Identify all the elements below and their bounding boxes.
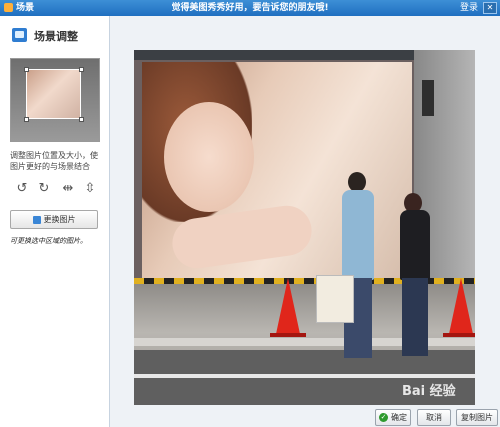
title-bar: 场景 觉得美图秀秀好用，要告诉您的朋友哦! 登录 ✕ xyxy=(0,0,500,16)
sidebar: 场景调整 调整图片位置及大小，使图片更好的与场景结合 ↺ ↻ ⇹ ⇳ 更换图片 … xyxy=(0,16,110,427)
resize-handle[interactable] xyxy=(79,67,84,72)
swap-image-button[interactable]: 更换图片 xyxy=(10,210,98,229)
man-figure xyxy=(342,190,374,280)
scene-canvas[interactable]: Bai 经验 xyxy=(134,50,475,405)
swap-image-label: 更换图片 xyxy=(43,215,76,224)
ok-label: 确定 xyxy=(391,413,407,422)
rotate-left-icon[interactable]: ↺ xyxy=(14,181,30,197)
building-window xyxy=(422,80,434,116)
close-icon[interactable]: ✕ xyxy=(483,2,497,14)
man-figure xyxy=(348,172,366,192)
woman-figure xyxy=(402,278,428,356)
check-icon: ✓ xyxy=(379,413,388,422)
login-link[interactable]: 登录 xyxy=(460,0,478,16)
adjust-hint: 调整图片位置及大小，使图片更好的与场景结合 xyxy=(10,151,98,171)
cancel-button[interactable]: 取消 xyxy=(417,409,451,426)
traffic-cone xyxy=(276,278,300,334)
traffic-cone xyxy=(449,278,473,334)
cone-base xyxy=(443,333,475,337)
ok-button[interactable]: ✓ 确定 xyxy=(375,409,411,426)
copy-image-button[interactable]: 复制图片 xyxy=(456,409,498,426)
resize-handle[interactable] xyxy=(24,117,29,122)
flip-vertical-icon[interactable]: ⇳ xyxy=(82,181,98,197)
baidu-watermark: Bai 经验 xyxy=(402,384,456,399)
image-icon xyxy=(32,215,41,224)
shopping-bag xyxy=(316,275,354,323)
billboard-face xyxy=(164,102,254,212)
handwritten-note: 可更换选中区域的图片。 xyxy=(10,237,87,245)
main-area: Bai 经验 xyxy=(111,16,500,427)
sidebar-title: 场景调整 xyxy=(34,30,78,43)
road-line xyxy=(134,374,475,378)
woman-figure xyxy=(400,210,430,280)
flip-horizontal-icon[interactable]: ⇹ xyxy=(60,181,76,197)
scene-icon xyxy=(12,28,27,42)
resize-handle[interactable] xyxy=(24,67,29,72)
resize-handle[interactable] xyxy=(79,117,84,122)
photo-thumbnail[interactable] xyxy=(10,58,100,142)
cone-base xyxy=(270,333,306,337)
slogan-text: 觉得美图秀秀好用，要告诉您的朋友哦! xyxy=(171,3,329,13)
transform-toolbar: ↺ ↻ ⇹ ⇳ xyxy=(14,181,100,199)
rotate-right-icon[interactable]: ↻ xyxy=(36,181,52,197)
selected-photo-preview[interactable] xyxy=(26,69,81,119)
